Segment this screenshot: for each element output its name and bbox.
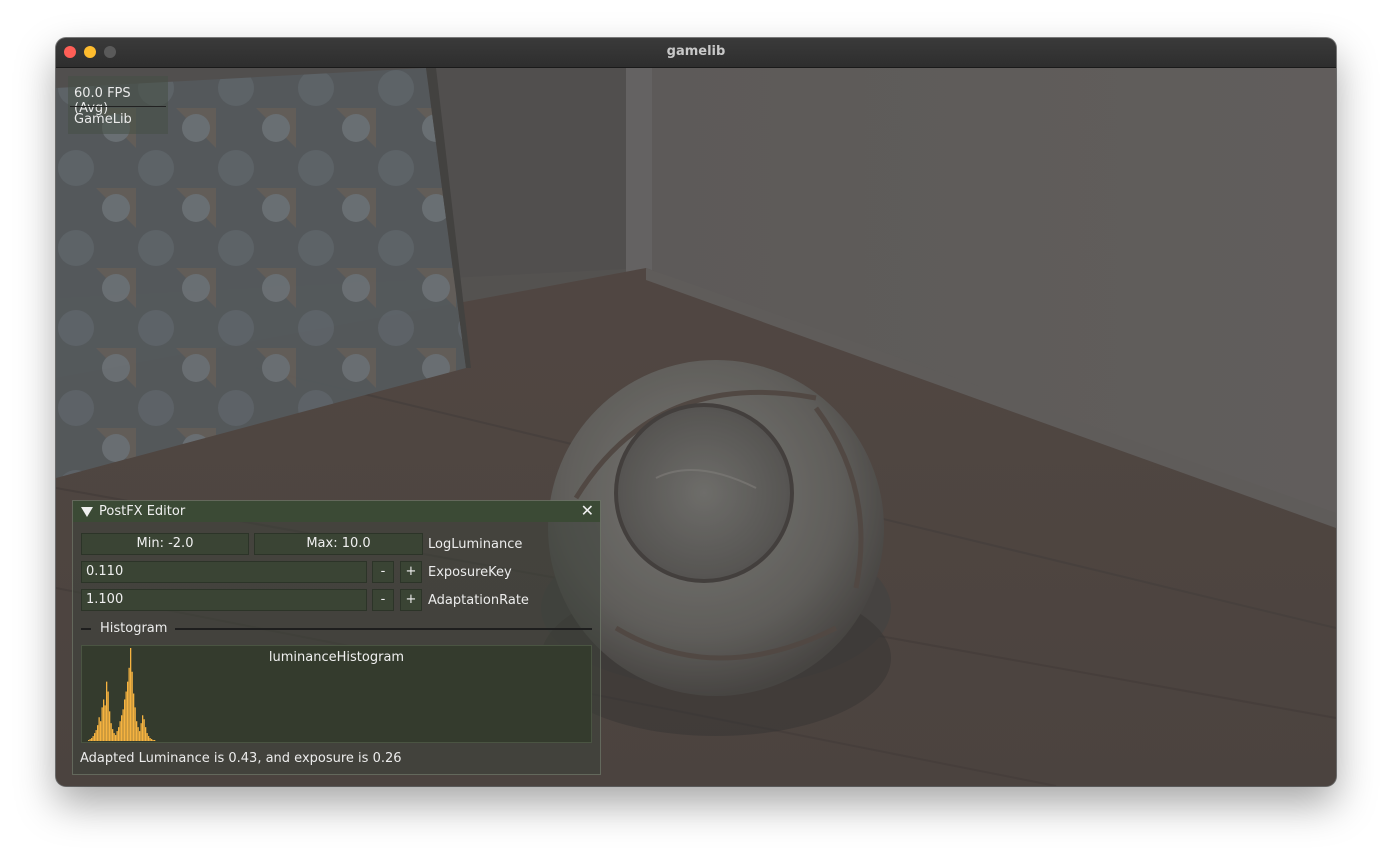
histogram-bar (146, 733, 148, 741)
exposure-key-input[interactable]: 0.110 (81, 561, 367, 583)
histogram-bar (113, 733, 115, 741)
histogram-bar (125, 691, 127, 741)
histogram-bar (139, 731, 141, 741)
histogram-bar (137, 727, 139, 741)
histogram-bar (103, 699, 105, 741)
histogram-bar (101, 707, 103, 741)
stats-divider (70, 106, 166, 107)
histogram-bar (104, 705, 106, 741)
histogram-bar (130, 648, 132, 741)
histogram-bar (107, 691, 109, 741)
histogram-plot (88, 648, 156, 741)
histogram-bar (133, 693, 135, 741)
histogram-bar (142, 715, 144, 741)
histogram-bar (112, 729, 114, 741)
histogram-bar (136, 721, 138, 741)
adaptation-rate-increment-button[interactable]: + (400, 589, 422, 611)
histogram-bar (145, 727, 147, 741)
panel-title: PostFX Editor (99, 504, 186, 519)
log-luminance-max-field[interactable]: Max: 10.0 (254, 533, 423, 555)
histogram-bar (91, 738, 93, 741)
histogram-bar (149, 738, 151, 741)
histogram-separator-left (81, 628, 91, 630)
histogram-bar (115, 735, 117, 741)
exposure-key-increment-button[interactable]: + (400, 561, 422, 583)
app-name: GameLib (74, 112, 132, 127)
histogram-bar (109, 711, 111, 741)
exposure-key-label: ExposureKey (428, 565, 512, 580)
histogram-bar (154, 740, 156, 741)
histogram-bar (89, 739, 91, 741)
histogram-bar (152, 740, 154, 741)
title-bar: gamelib (56, 38, 1336, 68)
histogram-bar (106, 681, 108, 741)
app-window: gamelib 60.0 FPS (Avg) GameLib PostFX Ed… (56, 38, 1336, 786)
log-luminance-min-field[interactable]: Min: -2.0 (81, 533, 249, 555)
histogram-bar (95, 730, 97, 741)
histogram-bar (88, 740, 90, 741)
histogram-bar (116, 731, 118, 741)
histogram-bar (128, 667, 130, 741)
histogram-bar (119, 721, 121, 741)
histogram-bar (94, 733, 96, 741)
histogram-bar (92, 736, 94, 741)
stats-overlay: 60.0 FPS (Avg) GameLib (68, 76, 168, 134)
histogram-bar (131, 671, 133, 741)
adaptation-rate-label: AdaptationRate (428, 593, 529, 608)
game-viewport[interactable]: 60.0 FPS (Avg) GameLib PostFX Editor ✕ M… (56, 68, 1336, 786)
log-luminance-label: LogLuminance (428, 537, 523, 552)
adaptation-rate-input[interactable]: 1.100 (81, 589, 367, 611)
histogram-bar (121, 715, 123, 741)
adaptation-rate-decrement-button[interactable]: - (372, 589, 394, 611)
histogram-section-label: Histogram (100, 621, 168, 636)
collapse-triangle-icon[interactable] (81, 507, 93, 517)
histogram-bar (97, 725, 99, 741)
histogram-bar (122, 709, 124, 741)
histogram-bar (118, 727, 120, 741)
histogram-bar (100, 721, 102, 741)
histogram-bar (124, 699, 126, 741)
exposure-key-decrement-button[interactable]: - (372, 561, 394, 583)
histogram-bar (148, 736, 150, 741)
histogram-bar (151, 739, 153, 741)
panel-header[interactable]: PostFX Editor ✕ (73, 501, 600, 522)
luminance-status-text: Adapted Luminance is 0.43, and exposure … (80, 751, 402, 766)
histogram-bar (143, 719, 145, 741)
histogram-bar (134, 707, 136, 741)
histogram-bar (140, 723, 142, 741)
close-panel-icon[interactable]: ✕ (581, 502, 594, 520)
luminance-histogram: luminanceHistogram (81, 645, 592, 743)
histogram-separator-right (175, 628, 592, 630)
histogram-bar (110, 723, 112, 741)
window-title: gamelib (666, 44, 726, 59)
histogram-bar (127, 681, 129, 741)
postfx-editor-panel[interactable]: PostFX Editor ✕ Min: -2.0 Max: 10.0 LogL… (72, 500, 601, 775)
histogram-bar (98, 717, 100, 741)
